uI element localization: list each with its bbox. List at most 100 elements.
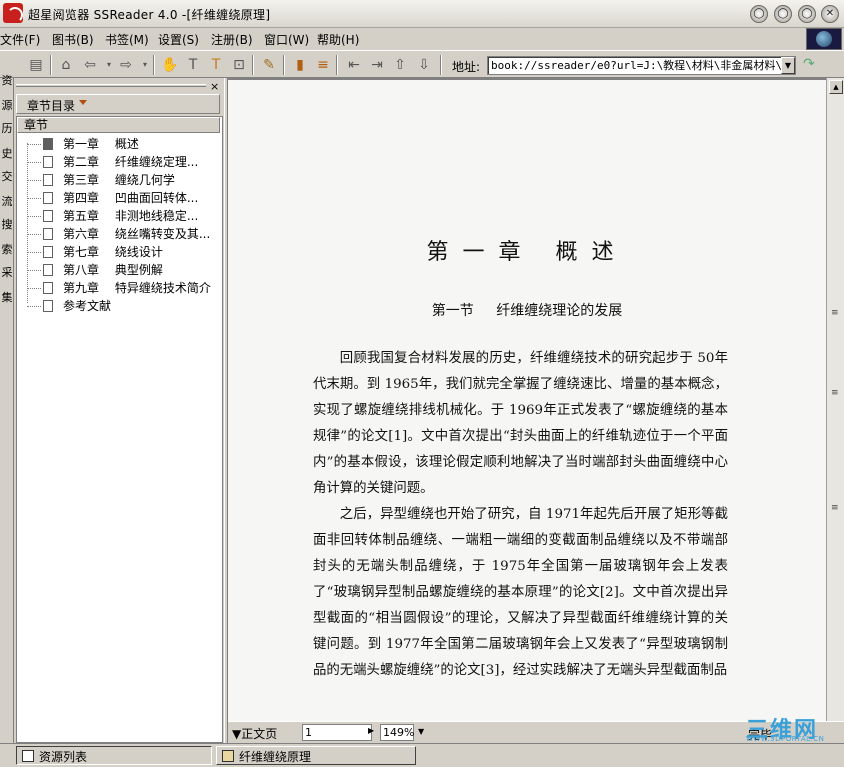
page-icon <box>43 156 53 168</box>
sidebar-close-icon[interactable]: × <box>210 80 219 93</box>
section-title: 第一节 纤维缠绕理论的发展 <box>431 303 623 319</box>
tab-resources[interactable]: 资 源 <box>0 74 14 112</box>
prev-bookmark-icon[interactable]: ⇤ <box>344 55 364 75</box>
menu-file[interactable]: 文件(F) <box>0 31 40 48</box>
tree-item-label: 第六章 绕丝嘴转变及其... <box>63 227 211 241</box>
toc-dropdown[interactable]: 章节目录 <box>16 94 220 114</box>
list-icon <box>22 750 34 762</box>
paragraph: 之后，异型缠绕也开始了研究，自 1971年起先后开展了矩形等截面非回转体制品缠绕… <box>313 507 728 678</box>
next-bookmark-icon[interactable]: ⇥ <box>367 55 387 75</box>
ocr-text-icon[interactable]: T <box>206 55 226 75</box>
toolbar-separator <box>440 55 442 75</box>
globe-icon <box>806 28 842 50</box>
hand-tool-icon[interactable]: ✋ <box>160 55 180 75</box>
tab-search-char: 搜 <box>1 218 13 231</box>
continuous-page-icon[interactable]: ≡ <box>313 55 333 75</box>
help-window-button[interactable]: ◯ <box>750 5 768 23</box>
sidebar-grip[interactable] <box>16 84 206 87</box>
scroll-grip-icon: ≡ <box>831 503 839 513</box>
text-select-icon[interactable]: T <box>183 55 203 75</box>
maximize-button[interactable]: ◯ <box>798 5 816 23</box>
tab-search-char: 索 <box>1 243 13 256</box>
zoom-dropdown-icon[interactable]: ▼ <box>418 727 424 736</box>
tab-history[interactable]: 历 史 <box>0 122 14 160</box>
tab-collect-char: 采 <box>1 266 13 279</box>
tree-item-label: 第八章 典型例解 <box>63 263 163 277</box>
resource-list-tab[interactable]: 资源列表 <box>16 746 212 765</box>
page-layout-icon[interactable]: ▤ <box>26 55 46 75</box>
menu-book[interactable]: 图书(B) <box>52 31 94 48</box>
tree-column-header[interactable]: 章节 <box>17 117 220 133</box>
tab-search[interactable]: 搜 索 <box>0 218 14 256</box>
menu-window[interactable]: 窗口(W) <box>264 31 309 48</box>
tree-item-label: 第二章 纤维缠绕定理... <box>63 155 199 169</box>
go-arrow-icon[interactable]: ↷ <box>803 56 815 72</box>
page-icon <box>43 246 53 258</box>
app-logo-icon <box>3 3 23 23</box>
page-mode-select[interactable]: ▼正文页 <box>232 725 277 742</box>
page-icon <box>43 138 53 150</box>
document-tab[interactable]: 纤维缠绕原理 <box>216 746 416 765</box>
page-number-input[interactable]: 1 <box>302 724 372 741</box>
tab-collect[interactable]: 采 集 <box>0 266 14 304</box>
page-icon <box>43 264 53 276</box>
tree-item-label: 第九章 特异缠绕技术简介 <box>63 281 211 295</box>
annotate-icon[interactable]: ✎ <box>259 55 279 75</box>
single-page-icon[interactable]: ▮ <box>290 55 310 75</box>
toolbar-separator <box>50 55 52 75</box>
page-down-icon[interactable]: ⇩ <box>414 55 434 75</box>
back-arrow-icon[interactable]: ⇦ <box>80 55 100 75</box>
tab-resources-char: 资 <box>1 74 13 87</box>
page-icon <box>43 228 53 240</box>
zoom-input[interactable]: 149% <box>380 724 414 741</box>
vertical-tab-strip: 资 源 历 史 交 流 搜 索 采 集 <box>0 74 14 743</box>
scroll-grip-icon: ≡ <box>831 388 839 398</box>
chapter-sidebar: × 章节目录 章节 第一章 概述 第二章 纤维缠绕定理... 第三章 缠绕几何学… <box>14 78 224 743</box>
tab-exchange[interactable]: 交 流 <box>0 170 14 208</box>
tree-item-label: 第一章 概述 <box>63 137 139 151</box>
tab-history-char: 史 <box>1 147 13 160</box>
tree-item-label: 第三章 缠绕几何学 <box>63 173 175 187</box>
scroll-up-arrow-icon[interactable]: ▲ <box>829 80 843 94</box>
title-bar: 超星阅览器 SSReader 4.0 -[纤维缠绕原理] ◯ ◯ ◯ ✕ <box>0 0 844 28</box>
page-go-arrow-icon[interactable]: ▶ <box>368 726 374 735</box>
page-icon <box>43 210 53 222</box>
toolbar-separator <box>252 55 254 75</box>
tree-connector-line <box>27 143 28 303</box>
chapter-title: 第一章 概述 <box>426 240 628 265</box>
tab-resources-char: 源 <box>1 99 13 112</box>
document-view: 第一章 概述 第一节 纤维缠绕理论的发展 回顾我国复合材料发展的历史，纤维缠绕技… <box>228 78 826 721</box>
toolbar-separator <box>336 55 338 75</box>
forward-arrow-icon[interactable]: ⇨ <box>116 55 136 75</box>
menu-bookmark[interactable]: 书签(M) <box>105 31 149 48</box>
toolbar-separator <box>283 55 285 75</box>
page-icon <box>43 192 53 204</box>
close-button[interactable]: ✕ <box>821 5 839 23</box>
menu-bar: 文件(F) 图书(B) 书签(M) 设置(S) 注册(B) 窗口(W) 帮助(H… <box>0 28 844 50</box>
book-icon <box>222 750 234 762</box>
region-select-icon[interactable]: ⊡ <box>229 55 249 75</box>
forward-dropdown-icon[interactable]: ▾ <box>135 55 155 75</box>
paragraph: 回顾我国复合材料发展的历史，纤维缠绕技术的研究起步于 50年代末期。到 1965… <box>313 351 728 496</box>
address-label: 地址: <box>452 60 481 74</box>
menu-register[interactable]: 注册(B) <box>211 31 253 48</box>
menu-settings[interactable]: 设置(S) <box>158 31 199 48</box>
watermark-url: WWW.3DPORTAL.CN <box>746 735 825 743</box>
tree-item-label: 第五章 非测地线稳定... <box>63 209 199 223</box>
home-icon[interactable]: ⌂ <box>56 55 76 75</box>
toolbar: ▤ ⌂ ⇦ ▾ ⇨ ▾ ✋ T T ⊡ ✎ ▮ ≡ ⇤ ⇥ ⇧ ⇩ 地址: bo… <box>0 50 844 78</box>
chapter-tree: 章节 第一章 概述 第二章 纤维缠绕定理... 第三章 缠绕几何学 第四章 凹曲… <box>16 116 223 743</box>
tree-item-label: 第四章 凹曲面回转体... <box>63 191 199 205</box>
window-taskbar: 资源列表 纤维缠绕原理 <box>0 743 844 767</box>
page-up-icon[interactable]: ⇧ <box>390 55 410 75</box>
vertical-scrollbar[interactable]: ▲ ≡ ≡ ≡ <box>826 78 844 721</box>
address-input[interactable]: book://ssreader/e0?url=J:\教程\材料\非金属材料\复 <box>487 56 796 75</box>
address-dropdown-icon[interactable]: ▼ <box>781 57 795 74</box>
tab-collect-char: 集 <box>1 291 13 304</box>
minimize-button[interactable]: ◯ <box>774 5 792 23</box>
tree-item-label: 第七章 绕线设计 <box>63 245 163 259</box>
scroll-grip-icon: ≡ <box>831 308 839 318</box>
page-icon <box>43 300 53 312</box>
menu-help[interactable]: 帮助(H) <box>317 31 359 48</box>
resource-list-label: 资源列表 <box>39 750 88 764</box>
